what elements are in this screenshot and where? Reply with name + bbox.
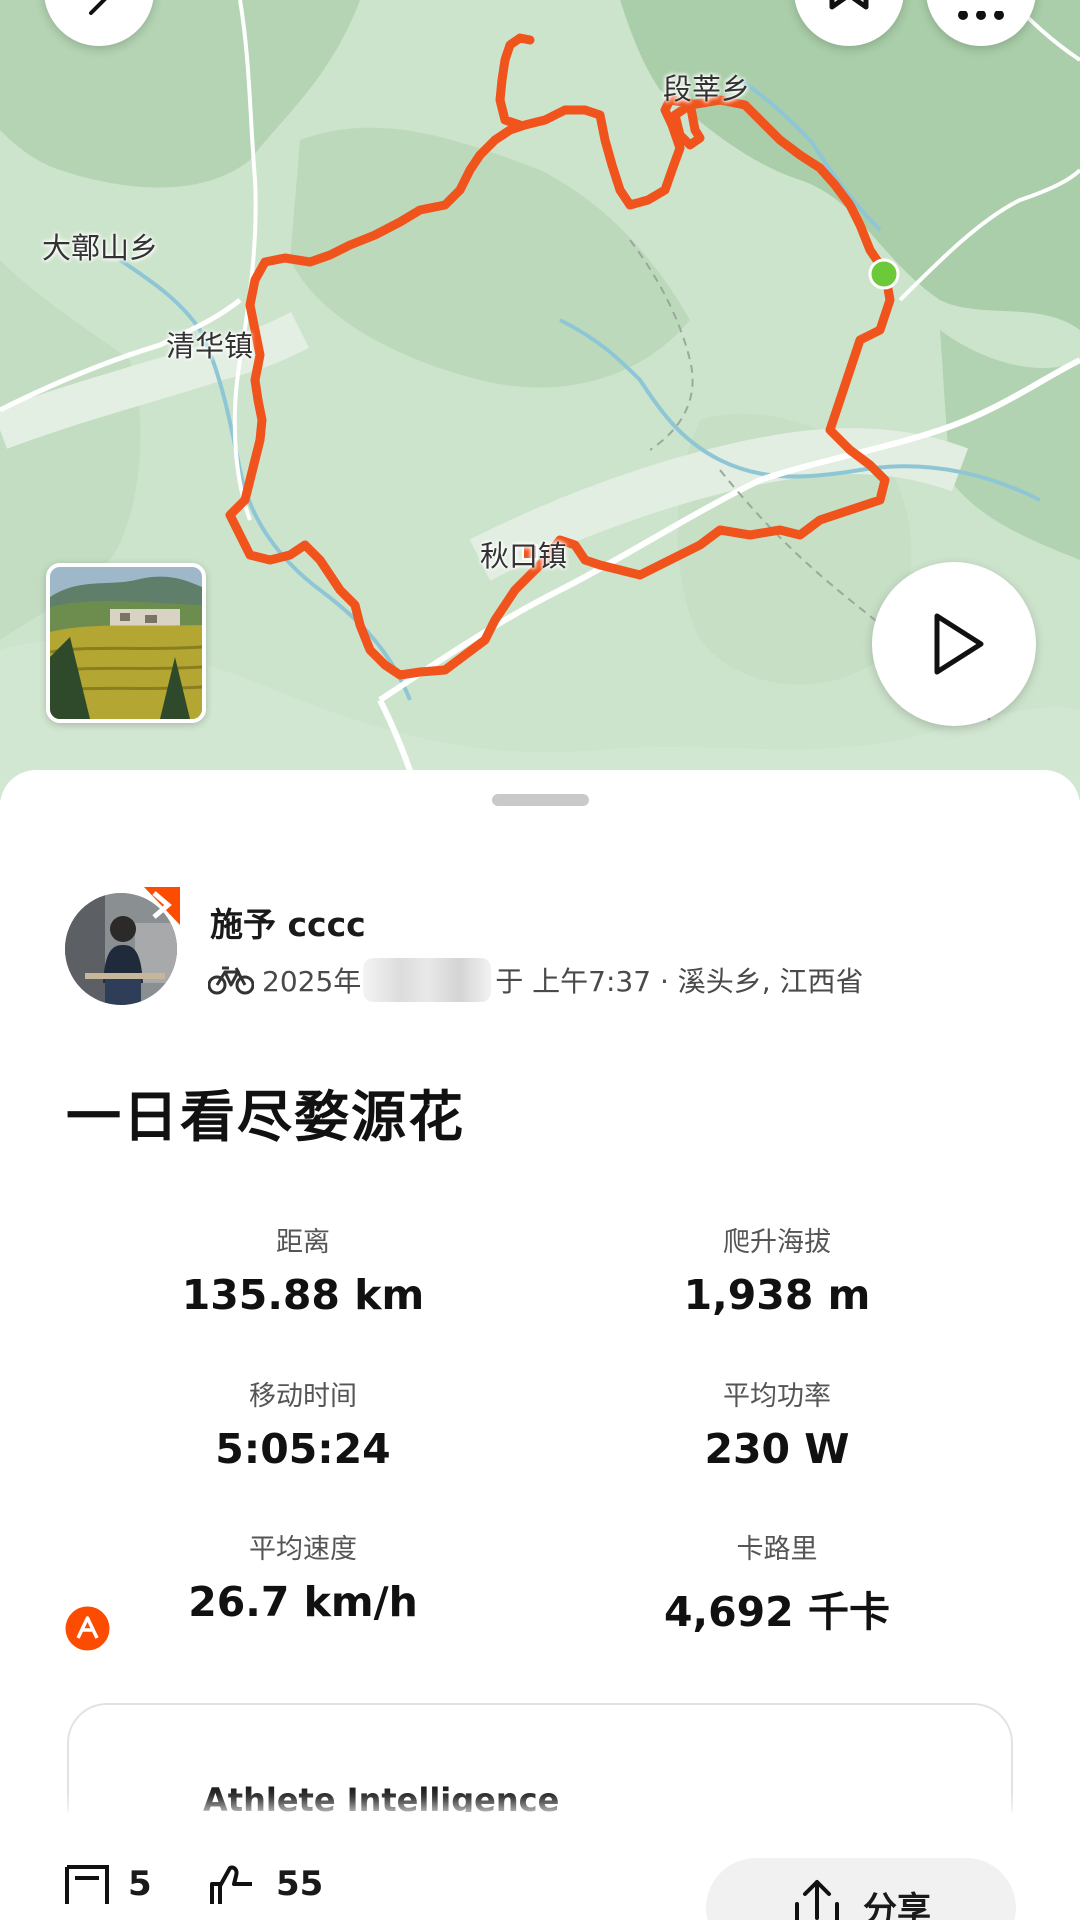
- chevron-left-icon: [89, 0, 107, 15]
- stat-value: 1,938 m: [683, 1271, 871, 1319]
- stat-value: 4,692 千卡: [664, 1588, 890, 1636]
- activity-time-location: 于 上午7:37 · 溪头乡, 江西省: [495, 965, 864, 998]
- share-button[interactable]: 分享: [706, 1858, 1016, 1920]
- share-icon: [795, 1880, 839, 1920]
- activity-date: 2025年: [262, 965, 362, 998]
- stat-label: 距离: [276, 1227, 330, 1258]
- place-label-qiukou: 秋口镇: [480, 539, 568, 573]
- bike-icon: [208, 966, 254, 995]
- stat-moving-time: 移动时间 5:05:24: [93, 1374, 513, 1473]
- comments-count: 5: [128, 1864, 152, 1904]
- activity-meta: 2025年 于 上午7:37 · 溪头乡, 江西省: [208, 958, 864, 1002]
- stat-value: 5:05:24: [215, 1425, 391, 1473]
- stat-label: 平均速度: [249, 1534, 357, 1565]
- stat-value: 135.88 km: [181, 1271, 425, 1319]
- stat-label: 卡路里: [736, 1534, 818, 1565]
- stat-label: 爬升海拔: [723, 1227, 831, 1258]
- photo-village-landscape: [50, 567, 202, 719]
- athlete-name[interactable]: 施予 cccc: [210, 898, 366, 946]
- kudos-button[interactable]: 55: [208, 1864, 323, 1904]
- sheet-drag-handle[interactable]: [492, 794, 589, 806]
- comments-button[interactable]: 5: [64, 1864, 152, 1904]
- stat-value: 26.7 km/h: [188, 1578, 418, 1626]
- place-label-duanxin: 段莘乡: [663, 72, 751, 106]
- bottom-action-bar: 5 55 分享: [0, 1812, 1080, 1920]
- athlete-intelligence-icon: [65, 1606, 110, 1651]
- kudos-count: 55: [276, 1864, 324, 1904]
- play-flyover-button[interactable]: [872, 562, 1036, 726]
- place-label-daguoshan: 大鄣山乡: [42, 231, 159, 265]
- stat-average-power: 平均功率 230 W: [567, 1374, 987, 1473]
- place-label-qinghua: 清华镇: [166, 329, 254, 363]
- comment-icon: [65, 1865, 109, 1904]
- share-label: 分享: [863, 1890, 931, 1920]
- stat-elevation-gain: 爬升海拔 1,938 m: [567, 1220, 987, 1319]
- route-map[interactable]: 段莘乡 大鄣山乡 清华镇 秋口镇: [0, 0, 1080, 800]
- thumbs-up-icon: [210, 1865, 252, 1904]
- activity-photo-thumbnail[interactable]: [46, 563, 206, 723]
- stat-label: 平均功率: [723, 1381, 831, 1412]
- stat-value: 230 W: [704, 1425, 850, 1473]
- activity-detail-sheet: 施予 cccc 2025年 于 上午7:37 · 溪头乡, 江西省 一日看尽婺源…: [0, 770, 1080, 1920]
- activity-title: 一日看尽婺源花: [66, 1085, 466, 1149]
- stat-distance: 距离 135.88 km: [93, 1220, 513, 1319]
- play-icon: [934, 613, 984, 675]
- stat-label: 移动时间: [249, 1381, 357, 1412]
- subscriber-badge-icon: [144, 887, 180, 925]
- stat-average-speed: 平均速度 26.7 km/h: [93, 1527, 513, 1626]
- start-marker: [868, 258, 900, 290]
- redacted-date: [363, 958, 492, 1002]
- more-icon: [958, 11, 1004, 20]
- stat-calories: 卡路里 4,692 千卡: [567, 1527, 987, 1638]
- bookmark-icon: [829, 0, 869, 10]
